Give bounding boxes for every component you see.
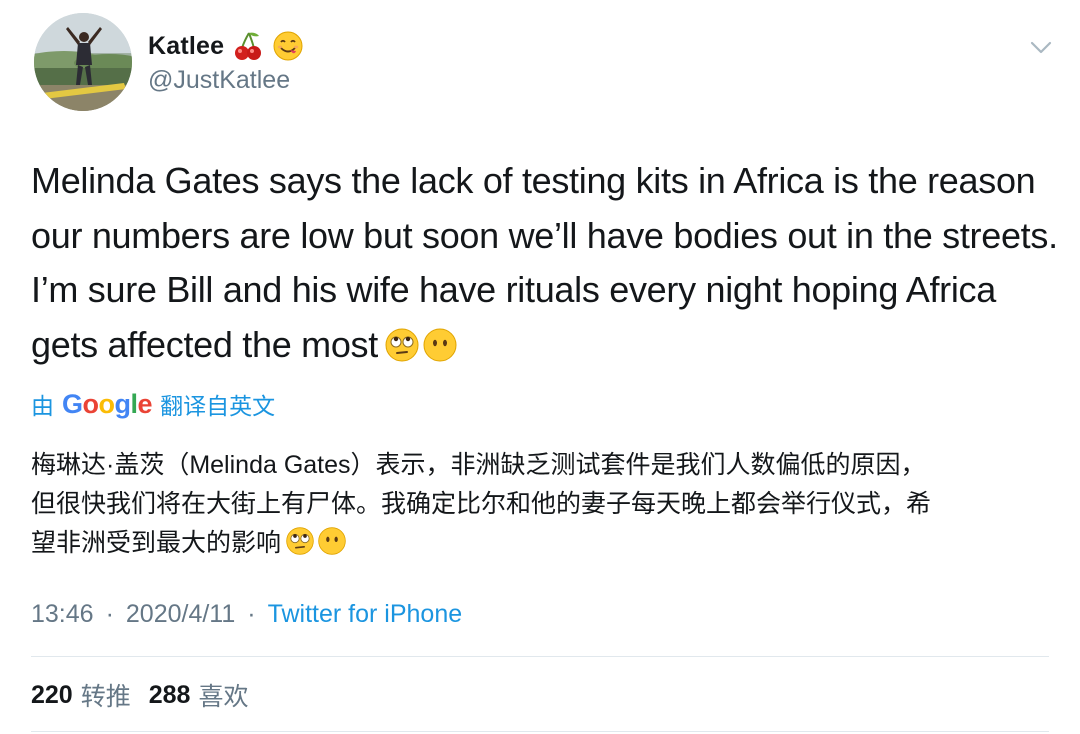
tweet-emojis	[384, 327, 458, 363]
tweet-meta: 13:46 · 2020/4/11 · Twitter for iPhone	[31, 596, 462, 632]
face-with-rolling-eyes-icon	[385, 328, 419, 361]
tweet-text-line: our numbers are low but soon we’ll have …	[31, 214, 1058, 256]
display-name: Katlee	[148, 31, 225, 60]
likes-label: 喜欢	[198, 683, 249, 711]
avatar-photo	[34, 13, 132, 111]
translate-link[interactable]: 由 Google 翻译自英文	[31, 386, 275, 422]
face-without-mouth-icon	[318, 527, 346, 555]
avatar[interactable]	[34, 13, 132, 111]
divider	[31, 731, 1049, 732]
likes-count: 288	[148, 680, 191, 709]
retweets-stat[interactable]: 220 转推	[31, 677, 131, 713]
tweet-card: Katlee @JustKatlee Melinda Gates says th…	[0, 0, 1080, 734]
retweets-label: 转推	[80, 683, 131, 711]
meta-separator: ·	[247, 599, 256, 628]
face-with-rolling-eyes-icon	[286, 527, 314, 555]
translated-text-line: 望非洲受到最大的影响	[31, 529, 282, 557]
meta-separator: ·	[105, 599, 114, 628]
likes-stat[interactable]: 288 喜欢	[149, 677, 249, 713]
tweet-text-line-last: gets affected the most	[31, 318, 1061, 373]
author-name-row[interactable]: Katlee	[148, 28, 304, 64]
tweet-time[interactable]: 13:46	[31, 600, 94, 629]
tweet-text-line: I’m sure Bill and his wife have rituals …	[31, 269, 996, 310]
retweets-count: 220	[31, 680, 73, 709]
translated-text: 梅琳达·盖茨（Melinda Gates）表示，非洲缺乏测试套件是我们人数偏低的…	[31, 446, 1061, 563]
face-without-mouth-icon	[423, 328, 457, 361]
google-logo: Google	[62, 388, 153, 419]
smiling-face-savoring-food-icon	[273, 31, 303, 61]
tweet-source-link[interactable]: Twitter for iPhone	[268, 600, 463, 629]
translate-by-label: 由	[31, 393, 54, 419]
user-handle[interactable]: @JustKatlee	[148, 66, 290, 95]
tweet-date[interactable]: 2020/4/11	[126, 600, 235, 629]
translated-text-line: 梅琳达·盖茨（Melinda Gates）表示，非洲缺乏测试套件是我们人数偏低的…	[31, 451, 926, 479]
translated-text-line: 但很快我们将在大街上有尸体。我确定比尔和他的妻子每天晚上都会举行仪式，希	[31, 490, 932, 518]
translated-text-line-last: 望非洲受到最大的影响	[31, 524, 1061, 563]
divider	[31, 656, 1049, 657]
tweet-text-line: Melinda Gates says the lack of testing k…	[31, 160, 1036, 201]
chevron-down-icon[interactable]	[1028, 34, 1054, 60]
cherries-emoji-icon	[235, 32, 262, 60]
tweet-text: Melinda Gates says the lack of testing k…	[31, 154, 1061, 372]
translate-action-label: 翻译自英文	[160, 393, 276, 419]
translated-emojis	[285, 526, 347, 556]
tweet-text-line: gets affected the most	[31, 323, 378, 365]
tweet-stats: 220 转推 288 喜欢	[31, 676, 248, 714]
